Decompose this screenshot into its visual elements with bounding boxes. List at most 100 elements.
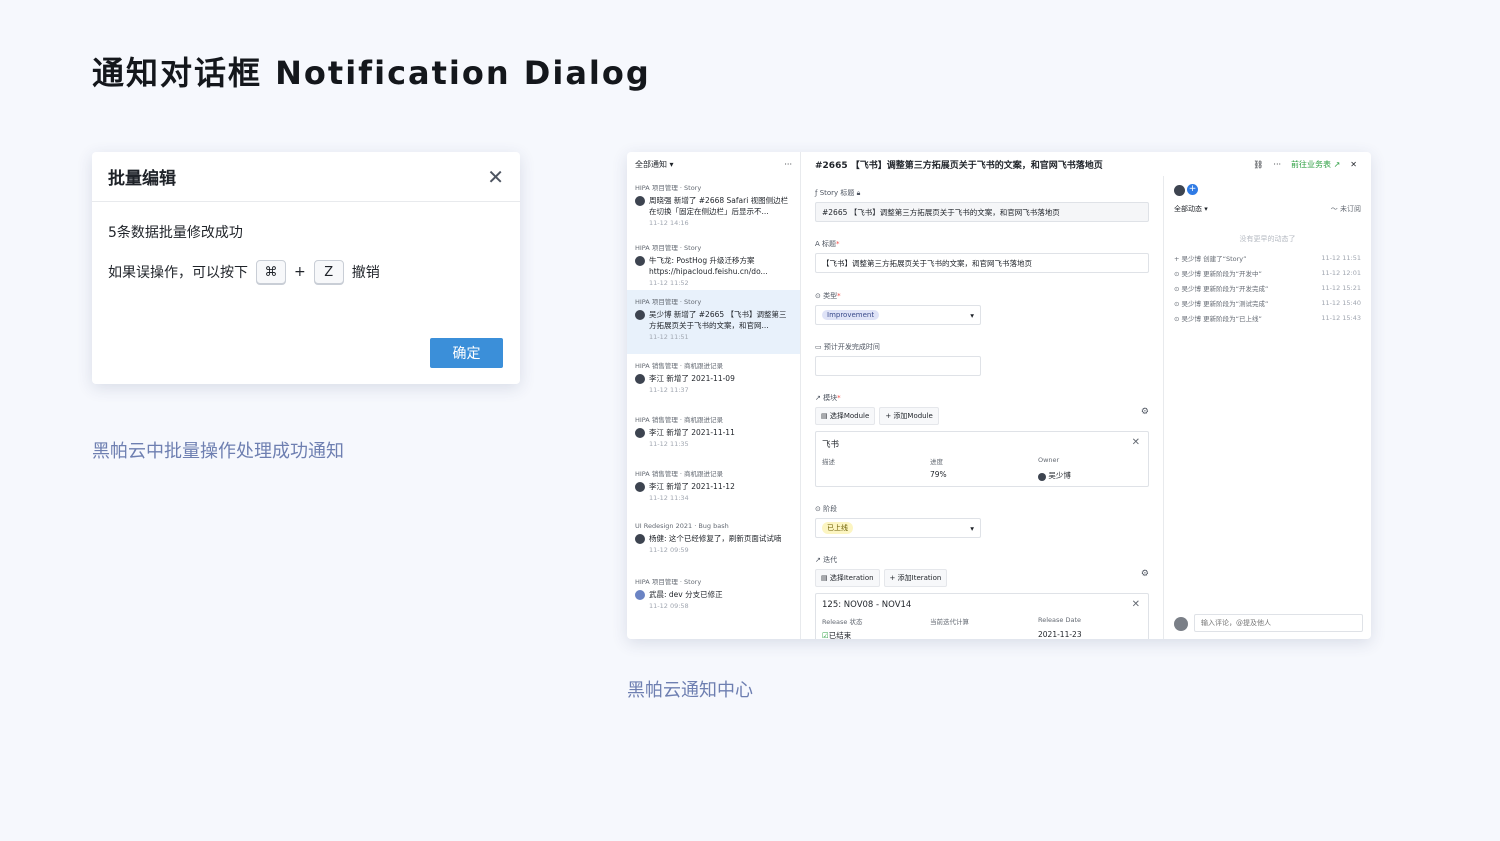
activity-time: 11-12 15:21 (1321, 283, 1361, 292)
select-icon: ⊙ (1174, 314, 1180, 323)
gear-icon[interactable]: ⚙ (1141, 407, 1149, 417)
notification-item[interactable]: HIPA 项目管理 · Story 周晓强 新增了 #2668 Safari 视… (627, 176, 800, 230)
page-title: 通知对话框 Notification Dialog (92, 54, 651, 92)
stage-select[interactable]: 已上线 ▾ (815, 518, 981, 538)
avatar (635, 310, 645, 320)
avatar (635, 256, 645, 266)
undo-suffix: 撤销 (351, 265, 380, 281)
module-owner: 吴少博 (1038, 470, 1146, 481)
notification-list-panel: 全部通知 ▾ ··· HIPA 项目管理 · Story 周晓强 新增了 #26… (627, 152, 801, 639)
notification-item[interactable]: UI Redesign 2021 · Bug bash 杨健: 这个已经修复了，… (627, 516, 800, 570)
caret-down-icon: ▾ (970, 523, 974, 533)
type-field: ⊙ 类型* Improvement ▾ (815, 291, 1149, 325)
notification-text: 杨健: 这个已经修复了，刷新页面试试喃 (649, 534, 782, 543)
notification-item[interactable]: HIPA 销售管理 · 商机跟进记录 李江 新增了 2021-11-09 11-… (627, 354, 800, 408)
subscribe-toggle[interactable]: 〜 未订阅 (1331, 204, 1361, 214)
button-label: 选择Iteration (829, 574, 874, 582)
story-title-field: ƒ Story 标题 🔒︎ #2665 【飞书】调整第三方拓展页关于飞书的文案，… (815, 188, 1149, 222)
release-date: 2021-11-23 (1038, 630, 1082, 639)
plus-icon: + (1174, 254, 1180, 263)
notification-source: HIPA 项目管理 · Story (635, 184, 702, 192)
no-more-activity: 没有更早的动态了 (1239, 235, 1296, 243)
z-key: Z (313, 260, 344, 284)
formula-icon: ƒ (815, 189, 818, 197)
link-arrow-icon: ↗ (815, 394, 821, 402)
avatar (1174, 616, 1188, 631)
subscribe-label: 未订阅 (1340, 205, 1361, 213)
goto-table-link[interactable]: 前往业务表 ↗ (1291, 159, 1340, 170)
module-card[interactable]: 飞书 ✕ 描述 进度 Owner 79% 吴少博 (815, 431, 1149, 487)
notification-time: 11-12 14:16 (649, 219, 689, 227)
button-label: 添加Iteration (897, 574, 942, 582)
column-label: Owner (1038, 456, 1060, 464)
activity-time: 11-12 15:43 (1321, 313, 1361, 322)
select-icon: ⊙ (815, 505, 821, 513)
close-icon[interactable]: ✕ (1132, 599, 1140, 610)
select-module-button[interactable]: ▤ 选择Module (815, 407, 876, 425)
column-label: Release 状态 (822, 618, 863, 626)
add-module-button[interactable]: + 添加Module (879, 407, 939, 425)
notification-filter-dropdown[interactable]: 全部通知 ▾ (635, 159, 674, 170)
activity-text: 吴少博 创建了“Story” (1181, 254, 1247, 263)
activity-item: ⊙ 吴少博 更新阶段为“已上线” 11-12 15:43 (1164, 310, 1371, 325)
more-icon[interactable]: ··· (1273, 160, 1281, 169)
select-icon: ⊙ (1174, 269, 1180, 278)
add-member-icon[interactable]: + (1187, 184, 1198, 195)
column-label: 当前迭代计算 (930, 618, 969, 626)
column-label: Release Date (1038, 616, 1081, 624)
dialog-caption: 黑帕云中批量操作处理成功通知 (92, 441, 344, 462)
link-icon[interactable]: ⛓ (1253, 160, 1263, 169)
eta-date-input[interactable] (815, 356, 981, 376)
dialog-title: 批量编辑 (108, 169, 176, 189)
avatar (635, 590, 645, 600)
select-iteration-button[interactable]: ▤ 选择Iteration (815, 569, 880, 587)
notification-text: 周晓强 新增了 #2668 Safari 视图侧边栏 在切换「固定在侧边栏」后显… (649, 196, 789, 216)
command-key-icon: ⌘ (256, 260, 286, 284)
notification-text: 牛飞龙: PostHog 升级迁移方案 https://hipacloud.fe… (649, 256, 768, 276)
caret-down-icon: ▾ (669, 159, 674, 169)
notification-text: 吴少博 新增了 #2665 【飞书】调整第三方拓展页关于飞书的文案，和官网... (649, 310, 787, 330)
status-text: 已结束 (828, 631, 852, 639)
select-icon: ⊙ (1174, 284, 1180, 293)
batch-edit-dialog: 批量编辑 ✕ 5条数据批量修改成功 如果误操作，可以按下 ⌘ + Z 撤销 确定 (92, 152, 520, 384)
more-icon[interactable]: ··· (784, 160, 792, 169)
avatar (635, 374, 645, 384)
field-label: Story 标题 (819, 189, 855, 197)
type-select[interactable]: Improvement ▾ (815, 305, 981, 325)
close-icon[interactable]: ✕ (1132, 437, 1140, 448)
comment-input[interactable] (1194, 614, 1363, 632)
module-name: 飞书 (822, 440, 840, 450)
notification-item[interactable]: HIPA 项目管理 · Story 武晨: dev 分支已修正 11-12 09… (627, 570, 800, 624)
notification-item-selected[interactable]: HIPA 项目管理 · Story 吴少博 新增了 #2665 【飞书】调整第三… (627, 290, 800, 354)
button-label: 添加Module (893, 412, 933, 420)
activity-text: 吴少博 更新阶段为“开发中” (1181, 269, 1262, 278)
activity-panel: + 全部动态 ▾ 〜 未订阅 没有更早的动态了 + 吴少博 创建了“Story”… (1163, 176, 1371, 639)
notification-item[interactable]: HIPA 销售管理 · 商机跟进记录 李江 新增了 2021-11-11 11-… (627, 408, 800, 462)
column-label: 进度 (930, 458, 943, 466)
activity-filter-dropdown[interactable]: 全部动态 ▾ (1174, 204, 1208, 214)
close-icon[interactable]: ✕ (1350, 160, 1357, 169)
gear-icon[interactable]: ⚙ (1141, 569, 1149, 579)
iteration-card[interactable]: 125: NOV08 - NOV14 ✕ Release 状态 当前迭代计算 R… (815, 593, 1149, 639)
close-icon[interactable]: ✕ (487, 167, 504, 187)
avatar (635, 428, 645, 438)
record-title: #2665 【飞书】调整第三方拓展页关于飞书的文案，和官网飞书落地页 (815, 160, 1103, 171)
activity-text: 吴少博 更新阶段为“测试完成” (1181, 299, 1269, 308)
lock-icon: 🔒︎ (856, 189, 861, 197)
title-input[interactable]: 【飞书】调整第三方拓展页关于飞书的文案，和官网飞书落地页 (815, 253, 1149, 273)
notification-text: 武晨: dev 分支已修正 (649, 590, 723, 599)
dialog-body: 5条数据批量修改成功 如果误操作，可以按下 ⌘ + Z 撤销 (92, 202, 520, 284)
release-status: ☑已结束 (822, 630, 930, 639)
field-label: 模块 (823, 394, 838, 402)
notification-source: HIPA 项目管理 · Story (635, 298, 702, 306)
notification-time: 11-12 11:51 (649, 333, 689, 341)
add-iteration-button[interactable]: + 添加Iteration (883, 569, 948, 587)
notification-item[interactable]: HIPA 销售管理 · 商机跟进记录 李江 新增了 2021-11-12 11-… (627, 462, 800, 516)
dialog-header: 批量编辑 ✕ (92, 152, 520, 202)
notification-time: 11-12 11:52 (649, 279, 689, 287)
notification-time: 11-12 11:35 (649, 440, 689, 448)
checkbox-checked-icon: ☑ (822, 631, 829, 639)
notification-list: HIPA 项目管理 · Story 周晓强 新增了 #2668 Safari 视… (627, 176, 800, 624)
confirm-button[interactable]: 确定 (430, 338, 503, 368)
notification-item[interactable]: HIPA 项目管理 · Story 牛飞龙: PostHog 升级迁移方案 ht… (627, 236, 800, 290)
